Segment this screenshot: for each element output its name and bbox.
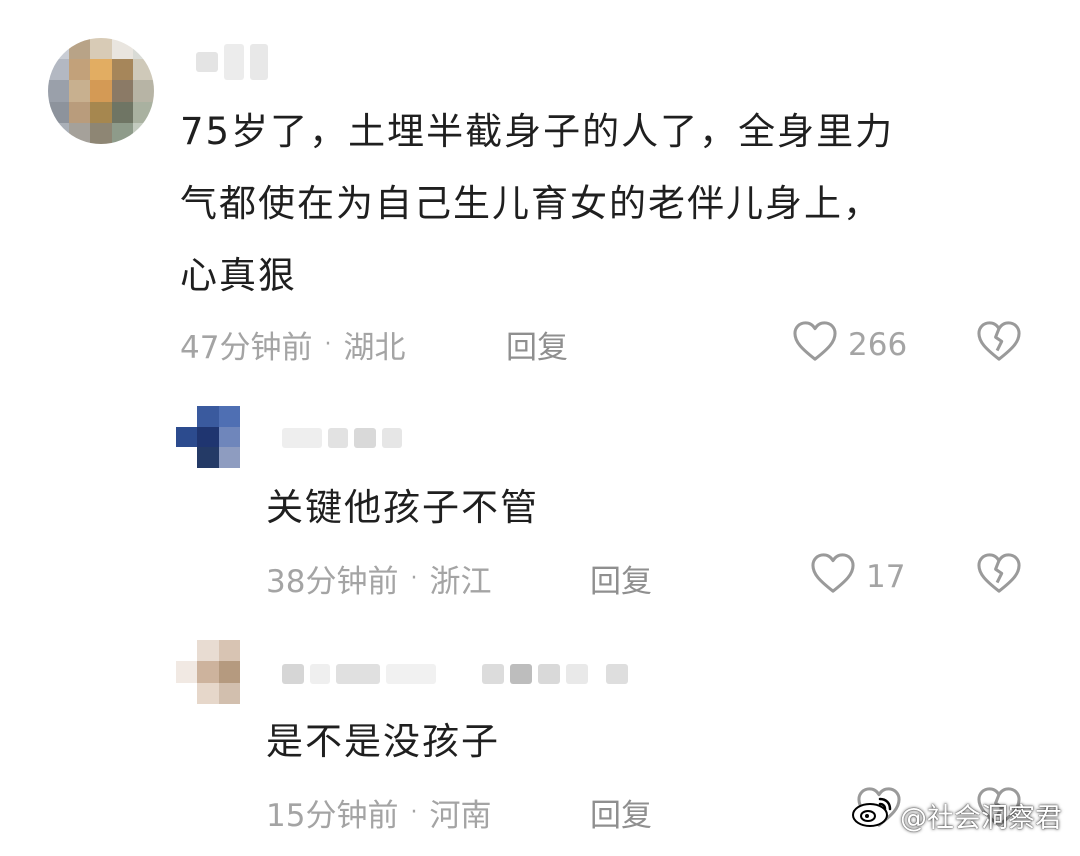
heart-outline-icon: [792, 320, 838, 370]
comment-location: 湖北: [343, 330, 406, 366]
comment-body-2: 关键他孩子不管: [266, 472, 539, 544]
like-button[interactable]: 17: [810, 552, 905, 602]
comment-body-1: 75岁了，土埋半截身子的人了，全身里力 气都使在为自己生儿育女的老伴儿身上， 心…: [180, 96, 894, 312]
watermark: @社会洞察君: [850, 795, 1062, 836]
avatar-commenter-2[interactable]: [176, 406, 240, 468]
like-count: 266: [848, 327, 908, 363]
comment-text-line: 75岁了，土埋半截身子的人了，全身里力: [180, 110, 895, 153]
comment-location: 浙江: [429, 564, 492, 600]
commenter-name-blurred-1[interactable]: [196, 44, 268, 80]
comment-text-line: 心真狠: [180, 254, 297, 297]
like-button[interactable]: 266: [792, 320, 907, 370]
reply-button[interactable]: 回复: [590, 790, 652, 835]
meta-separator: ·: [324, 332, 332, 357]
comment-time: 15分钟前: [266, 798, 399, 834]
weibo-logo-icon: [850, 795, 894, 836]
commenter-name-blurred-2[interactable]: [282, 428, 402, 448]
comment-text-line: 关键他孩子不管: [266, 486, 539, 529]
comment-time: 47分钟前: [180, 330, 313, 366]
comment-meta-1: 47分钟前 · 湖北: [180, 322, 405, 367]
reply-button[interactable]: 回复: [506, 322, 568, 367]
heart-outline-icon: [810, 552, 856, 602]
dislike-button[interactable]: [976, 552, 1022, 598]
commenter-name-blurred-3[interactable]: [282, 664, 628, 684]
comment-meta-2: 38分钟前 · 浙江: [266, 556, 491, 601]
meta-separator: ·: [410, 566, 418, 591]
comment-time: 38分钟前: [266, 564, 399, 600]
broken-heart-icon: [976, 553, 1022, 598]
comment-body-3: 是不是没孩子: [266, 706, 500, 778]
reply-button[interactable]: 回复: [590, 556, 652, 601]
avatar-commenter-3[interactable]: [176, 640, 240, 704]
meta-separator: ·: [410, 800, 418, 825]
comment-text-line: 是不是没孩子: [266, 720, 500, 763]
like-count: 17: [866, 559, 906, 595]
comment-text-line: 气都使在为自己生儿育女的老伴儿身上，: [180, 182, 882, 225]
dislike-button[interactable]: [976, 320, 1022, 366]
avatar-commenter-1[interactable]: [48, 38, 154, 144]
broken-heart-icon: [976, 321, 1022, 366]
comment-meta-3: 15分钟前 · 河南: [266, 790, 491, 835]
watermark-text: @社会洞察君: [900, 803, 1062, 834]
comment-location: 河南: [429, 798, 492, 834]
